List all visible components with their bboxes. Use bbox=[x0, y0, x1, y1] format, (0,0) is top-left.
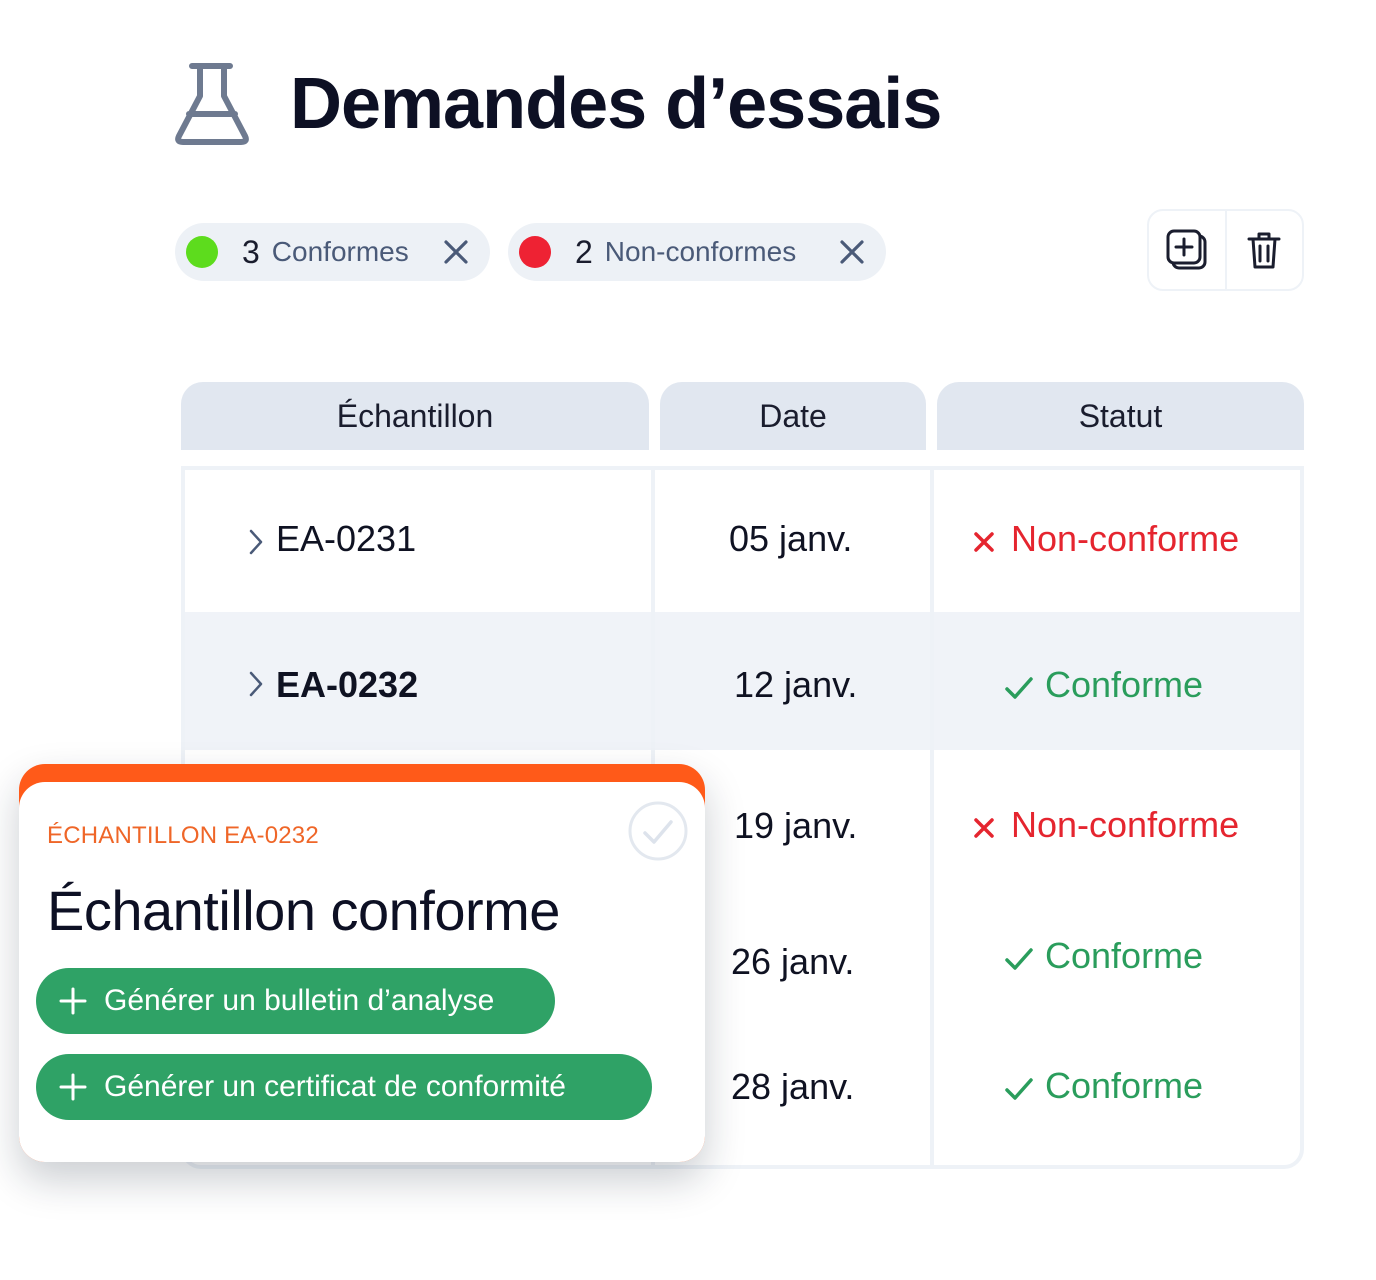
filter-label: Non-conformes bbox=[604, 236, 797, 267]
close-icon[interactable] bbox=[838, 238, 866, 266]
sample-id: EA-0231 bbox=[276, 518, 417, 559]
check-circle-icon[interactable] bbox=[627, 800, 689, 862]
cross-icon bbox=[974, 818, 994, 838]
column-header-date[interactable]: Date bbox=[660, 382, 926, 450]
flask-icon bbox=[175, 63, 249, 145]
status-dot-red bbox=[519, 236, 551, 268]
column-header-echantillon[interactable]: Échantillon bbox=[181, 382, 649, 450]
add-copy-icon bbox=[1166, 229, 1207, 270]
page-title: Demandes d’essais bbox=[290, 64, 942, 144]
column-divider bbox=[930, 466, 934, 1169]
popup-body: ÉCHANTILLON EA-0232 Échantillon conforme… bbox=[19, 782, 705, 1162]
popup-title: Échantillon conforme bbox=[47, 879, 560, 942]
row-date: 05 janv. bbox=[729, 518, 853, 559]
status-label: Non-conforme bbox=[1011, 518, 1240, 559]
check-icon bbox=[1005, 948, 1033, 970]
filter-label: Conformes bbox=[271, 236, 409, 267]
delete-button[interactable] bbox=[1224, 211, 1303, 289]
button-label: Générer un bulletin d’analyse bbox=[104, 984, 495, 1017]
cross-icon bbox=[974, 532, 994, 552]
plus-icon bbox=[59, 1073, 87, 1101]
sample-id: EA-0232 bbox=[276, 664, 419, 705]
row-date: 28 janv. bbox=[731, 1066, 855, 1107]
filter-chip-non-conformes[interactable]: 2 Non-conformes bbox=[508, 223, 886, 281]
filter-count: 2 bbox=[575, 233, 593, 270]
status-label: Non-conforme bbox=[1011, 804, 1240, 845]
generate-bulletin-button[interactable]: Générer un bulletin d’analyse bbox=[36, 968, 555, 1034]
table-toolbar bbox=[1147, 209, 1304, 291]
row-date: 26 janv. bbox=[731, 941, 855, 982]
trash-icon bbox=[1247, 232, 1281, 269]
generate-certificate-button[interactable]: Générer un certificat de conformité bbox=[36, 1054, 652, 1120]
column-header-statut[interactable]: Statut bbox=[937, 382, 1304, 450]
plus-icon bbox=[59, 987, 87, 1015]
status-label: Conforme bbox=[1045, 935, 1204, 976]
filter-count: 3 bbox=[242, 233, 260, 270]
status-dot-green bbox=[186, 236, 218, 268]
popup-eyebrow: ÉCHANTILLON EA-0232 bbox=[47, 822, 319, 849]
row-date: 19 janv. bbox=[734, 805, 858, 846]
filter-chip-conformes[interactable]: 3 Conformes bbox=[175, 223, 490, 281]
chevron-right-icon[interactable] bbox=[248, 670, 264, 698]
add-button[interactable] bbox=[1149, 211, 1225, 289]
sample-detail-popup: ÉCHANTILLON EA-0232 Échantillon conforme… bbox=[19, 764, 705, 1162]
button-label: Générer un certificat de conformité bbox=[104, 1070, 566, 1103]
check-icon bbox=[1005, 677, 1033, 699]
status-label: Conforme bbox=[1045, 1065, 1204, 1106]
status-label: Conforme bbox=[1045, 664, 1204, 705]
row-date: 12 janv. bbox=[734, 664, 858, 705]
chevron-right-icon[interactable] bbox=[248, 528, 264, 556]
check-icon bbox=[1005, 1078, 1033, 1100]
close-icon[interactable] bbox=[442, 238, 470, 266]
